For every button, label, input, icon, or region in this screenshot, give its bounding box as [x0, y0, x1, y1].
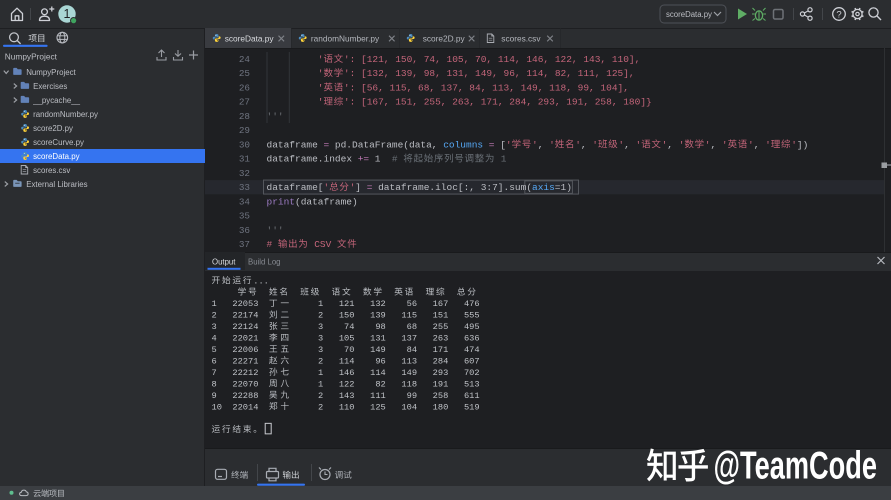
svg-text:28: 28	[239, 111, 250, 122]
svg-text:': '	[722, 139, 728, 150]
svg-text:Build Log: Build Log	[248, 257, 281, 266]
svg-text:+=: +=	[358, 154, 370, 165]
svg-text:10 22014: 10 22014	[212, 402, 269, 412]
svg-text:randomNumber.py: randomNumber.py	[33, 110, 98, 119]
svg-text:1 146 114 149 293 70: 1 146 114 149 293 702	[292, 368, 480, 378]
svg-text:': '	[267, 54, 324, 65]
svg-text:,: ,	[624, 139, 635, 150]
svg-text:__pycache__: __pycache__	[32, 96, 81, 105]
svg-text:': [121, 150, 74, 105, 70, 114: ': [121, 150, 74, 105, 70, 114, 146, 122…	[344, 54, 640, 65]
svg-text:2 150 139 115 151 55: 2 150 139 115 151 555	[292, 311, 480, 321]
svg-text:': '	[679, 139, 685, 150]
svg-text:1: 1	[64, 7, 71, 21]
svg-text:score2D.py: score2D.py	[423, 33, 466, 43]
svg-text:': '	[549, 139, 555, 150]
svg-text:scores.csv: scores.csv	[501, 33, 541, 43]
svg-text:2 22174: 2 22174	[212, 311, 269, 321]
svg-text:''': '''	[267, 225, 284, 236]
svg-text:5 22006: 5 22006	[212, 345, 269, 355]
svg-text:31: 31	[239, 154, 251, 165]
svg-text:,: ,	[538, 139, 549, 150]
svg-text:35: 35	[239, 211, 250, 222]
svg-text:7 22212: 7 22212	[212, 368, 269, 378]
svg-text:,: ,	[581, 139, 592, 150]
svg-text:8 22070: 8 22070	[212, 379, 269, 389]
svg-text:scoreCurve.py: scoreCurve.py	[33, 138, 84, 147]
svg-text:]): ])	[797, 139, 808, 150]
svg-text:?: ?	[836, 9, 841, 20]
svg-text:NumpyProject: NumpyProject	[26, 68, 76, 77]
svg-text:34: 34	[239, 196, 251, 207]
svg-text:@TeamCode: @TeamCode	[714, 444, 878, 487]
svg-text:27: 27	[239, 97, 250, 108]
svg-text:25: 25	[239, 68, 250, 79]
svg-text:CSV: CSV	[309, 239, 338, 250]
svg-text:dataframe.index: dataframe.index	[267, 154, 358, 165]
svg-text:2 110 125 104 180 51: 2 110 125 104 180 519	[292, 402, 480, 412]
svg-text:''': '''	[267, 111, 284, 122]
svg-text:pd.DataFrame(data,: pd.DataFrame(data,	[329, 139, 443, 150]
svg-text:randomNumber.py: randomNumber.py	[311, 33, 380, 43]
svg-text:scoreData.py: scoreData.py	[225, 33, 275, 43]
svg-text:6 22271: 6 22271	[212, 356, 269, 366]
svg-text:1 22053: 1 22053	[212, 299, 269, 309]
svg-text:dataframe: dataframe	[267, 139, 324, 150]
svg-text:,: ,	[711, 139, 722, 150]
svg-text:]: ]	[355, 182, 366, 193]
svg-text:1: 1	[369, 154, 392, 165]
svg-text:1: 1	[495, 154, 507, 165]
svg-text:2 143 111 99 258 61: 2 143 111 99 258 611	[292, 391, 480, 401]
svg-text:': '	[267, 97, 324, 108]
svg-text:29: 29	[239, 125, 250, 136]
svg-text:,: ,	[754, 139, 765, 150]
svg-text:26: 26	[239, 82, 250, 93]
svg-text:': '	[267, 82, 324, 93]
svg-text:=1): =1)	[555, 182, 572, 193]
svg-text:NumpyProject: NumpyProject	[5, 51, 58, 61]
svg-text:': '	[506, 139, 512, 150]
svg-text:#: #	[392, 154, 403, 165]
svg-text:scores.csv: scores.csv	[33, 166, 70, 175]
svg-text:': '	[636, 139, 642, 150]
svg-text:3 74 98 68 255 49: 3 74 98 68 255 495	[292, 322, 480, 332]
svg-text:#: #	[267, 239, 278, 250]
svg-text:score2D.py: score2D.py	[33, 124, 73, 133]
svg-text:columns: columns	[443, 139, 483, 150]
svg-text:37: 37	[239, 239, 250, 250]
svg-text:Exercises: Exercises	[33, 82, 67, 91]
svg-text:': [132, 139, 98, 131, 149, 96: ': [132, 139, 98, 131, 149, 96, 114, 82,…	[344, 68, 635, 79]
svg-text:...: ...	[253, 276, 269, 286]
svg-text:axis: axis	[532, 182, 555, 193]
svg-text:3 70 149 84 171 47: 3 70 149 84 171 474	[292, 345, 480, 355]
svg-text:': '	[324, 182, 330, 193]
svg-text:External Libraries: External Libraries	[26, 180, 87, 189]
svg-text:': '	[267, 68, 324, 79]
svg-text:1 122 82 118 191 51: 1 122 82 118 191 513	[292, 379, 480, 389]
svg-text:': [56, 115, 68, 137, 84, 113,: ': [56, 115, 68, 137, 84, 113, 149, 118,…	[344, 82, 629, 93]
svg-text:': [167, 151, 255, 263, 171, 2: ': [167, 151, 255, 263, 171, 284, 293, 1…	[344, 97, 652, 108]
svg-text:4 22021: 4 22021	[212, 334, 269, 344]
svg-text:2 114 96 113 284 60: 2 114 96 113 284 607	[292, 356, 480, 366]
svg-text:scoreData.py: scoreData.py	[33, 152, 80, 161]
svg-text:scoreData.py: scoreData.py	[666, 10, 712, 19]
svg-text:[: [	[495, 139, 506, 150]
svg-text:(dataframe): (dataframe)	[295, 196, 358, 207]
svg-text:Output: Output	[212, 257, 236, 266]
svg-text:3 22124: 3 22124	[212, 322, 269, 332]
svg-text:24: 24	[239, 54, 251, 65]
svg-text:': '	[765, 139, 771, 150]
svg-text:dataframe.iloc[:, 3:7].sum(: dataframe.iloc[:, 3:7].sum(	[372, 182, 532, 193]
svg-text:9 22288: 9 22288	[212, 391, 269, 401]
svg-text:dataframe[: dataframe[	[267, 182, 324, 193]
svg-text:,: ,	[667, 139, 678, 150]
svg-text:print: print	[267, 196, 296, 207]
svg-text:1 121 132 56 167 47: 1 121 132 56 167 476	[292, 299, 480, 309]
svg-text:': '	[592, 139, 598, 150]
svg-text:36: 36	[239, 225, 250, 236]
svg-text:33: 33	[239, 182, 250, 193]
svg-text:30: 30	[239, 139, 250, 150]
svg-text:3 105 131 137 263 63: 3 105 131 137 263 636	[292, 334, 480, 344]
svg-text:32: 32	[239, 168, 250, 179]
